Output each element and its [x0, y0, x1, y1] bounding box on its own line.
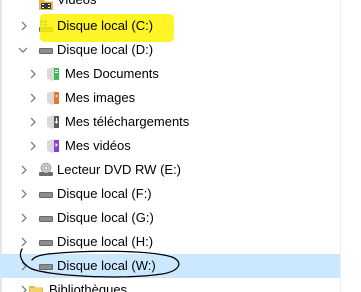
tree-item-label: Disque local (W:)	[57, 258, 156, 273]
navigation-tree: Vidéos Disque local (C:) Disque local (D…	[0, 0, 361, 292]
tree-item-label: Disque local (C:)	[57, 18, 154, 33]
tree-item-label: Mes téléchargements	[65, 114, 190, 129]
tree-item-label: Mes vidéos	[65, 138, 131, 153]
tree-item-label: Mes images	[65, 90, 136, 105]
tree-item-label: Bibliothèques	[49, 282, 128, 292]
tree-item-label: Disque local (D:)	[57, 42, 154, 57]
tree-item-label: Vidéos	[57, 0, 97, 8]
tree-item-label: Disque local (H:)	[57, 234, 154, 249]
tree-item-label: Disque local (G:)	[57, 210, 154, 225]
tree-labels: Vidéos Disque local (C:) Disque local (D…	[0, 0, 361, 292]
tree-item-label: Mes Documents	[65, 66, 159, 81]
tree-item-label: Disque local (F:)	[57, 186, 152, 201]
tree-item-label: Lecteur DVD RW (E:)	[57, 162, 182, 177]
